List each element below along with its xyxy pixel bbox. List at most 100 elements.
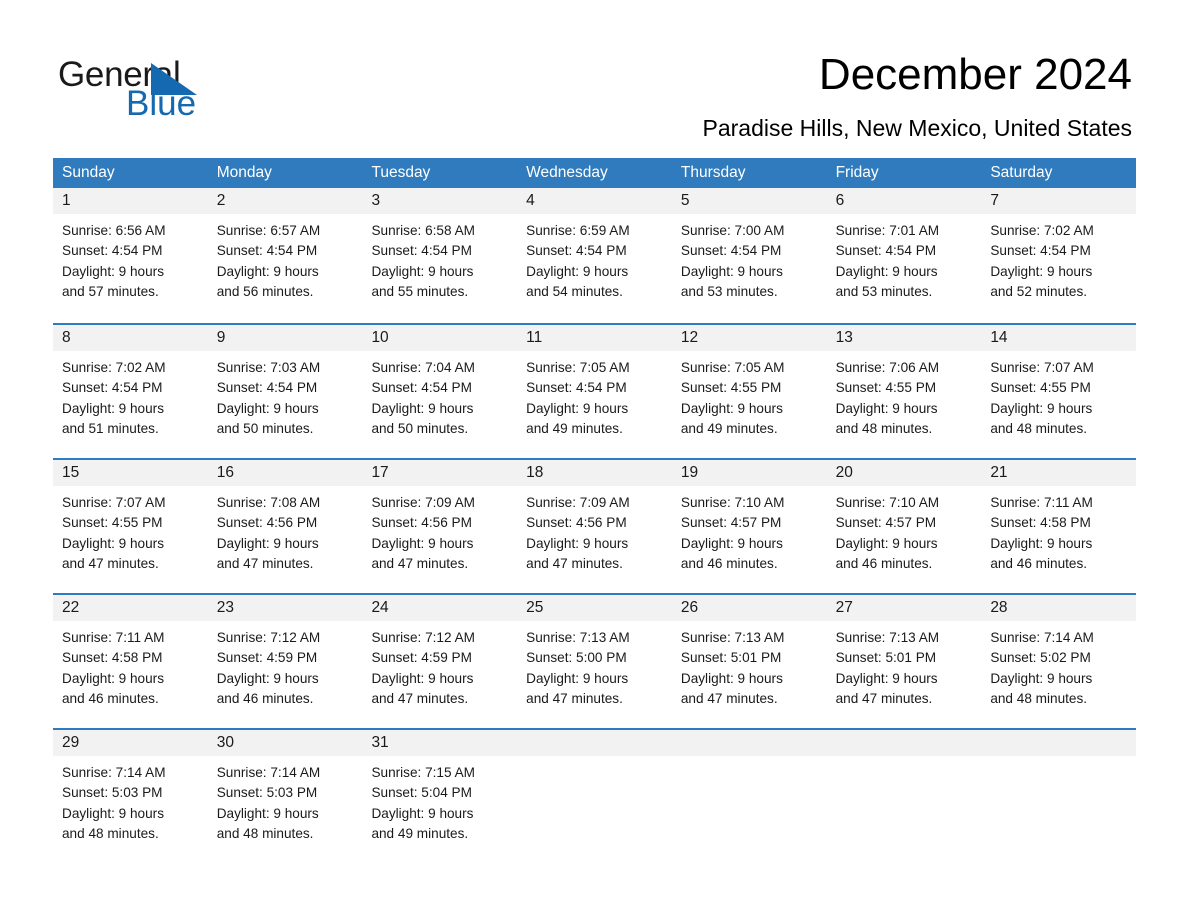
general-blue-logo[interactable]: General Blue: [58, 55, 258, 123]
day-number-band: [826, 730, 982, 756]
daylight-text-line1: Daylight: 9 hours: [680, 400, 783, 416]
daylight-text-line2: and 46 minutes.: [216, 690, 314, 706]
calendar-day-cell[interactable]: 22 Sunrise: 7:11 AM Sunset: 4:58 PM Dayligh…: [53, 595, 208, 728]
day-details: Sunrise: 6:58 AM Sunset: 4:54 PM Daylight:…: [362, 214, 517, 302]
daylight-text-line1: Daylight: 9 hours: [526, 535, 629, 551]
day-number-band: [671, 730, 827, 756]
daylight-text-line1: Daylight: 9 hours: [990, 670, 1093, 686]
calendar-day-cell[interactable]: 20 Sunrise: 7:10 AM Sunset: 4:57 PM Dayligh…: [826, 460, 982, 593]
calendar-week-row: 29 Sunrise: 7:14 AM Sunset: 5:03 PM Dayligh…: [53, 728, 1137, 863]
calendar-week-row: 1 Sunrise: 6:56 AM Sunset: 4:54 PM Daylight…: [53, 188, 1137, 323]
calendar-day-cell[interactable]: 10 Sunrise: 7:04 AM Sunset: 4:54 PM Dayligh…: [362, 325, 518, 458]
calendar-day-cell[interactable]: 3 Sunrise: 6:58 AM Sunset: 4:54 PM Daylight…: [362, 188, 518, 323]
day-details: Sunrise: 7:12 AM Sunset: 4:59 PM Daylight:…: [208, 621, 363, 709]
daylight-text-line2: and 47 minutes.: [371, 690, 469, 706]
sunset-text: Sunset: 4:58 PM: [62, 650, 163, 666]
weekday-header-monday: Monday: [216, 164, 272, 181]
sunset-text: Sunset: 4:56 PM: [526, 515, 627, 531]
calendar-day-cell[interactable]: 26 Sunrise: 7:13 AM Sunset: 5:01 PM Dayligh…: [671, 595, 827, 728]
calendar-day-cell[interactable]: 2 Sunrise: 6:57 AM Sunset: 4:54 PM Daylight…: [207, 188, 363, 323]
day-number-band: 15: [53, 460, 208, 486]
calendar-day-cell[interactable]: 24 Sunrise: 7:12 AM Sunset: 4:59 PM Dayligh…: [362, 595, 518, 728]
sunset-text: Sunset: 5:00 PM: [526, 650, 627, 666]
sunrise-text: Sunrise: 7:01 AM: [835, 223, 940, 238]
day-details: Sunrise: 7:14 AM Sunset: 5:02 PM Daylight:…: [981, 621, 1136, 709]
calendar-day-cell[interactable]: 17 Sunrise: 7:09 AM Sunset: 4:56 PM Dayligh…: [362, 460, 518, 593]
day-number: 25: [526, 599, 544, 616]
daylight-text-line1: Daylight: 9 hours: [371, 670, 474, 686]
daylight-text-line1: Daylight: 9 hours: [371, 263, 474, 279]
calendar-day-cell[interactable]: 9 Sunrise: 7:03 AM Sunset: 4:54 PM Daylight…: [207, 325, 363, 458]
calendar-day-cell[interactable]: 13 Sunrise: 7:06 AM Sunset: 4:55 PM Dayligh…: [826, 325, 982, 458]
calendar-page: General Blue December 2024 Paradise Hill…: [0, 0, 1188, 918]
daylight-text-line1: Daylight: 9 hours: [371, 535, 474, 551]
calendar-day-cell[interactable]: 15 Sunrise: 7:07 AM Sunset: 4:55 PM Dayligh…: [53, 460, 208, 593]
calendar-day-cell[interactable]: 28 Sunrise: 7:14 AM Sunset: 5:02 PM Dayligh…: [981, 595, 1137, 728]
sunset-text: Sunset: 4:55 PM: [680, 380, 782, 396]
day-number: 5: [680, 192, 690, 209]
calendar-day-cell[interactable]: 21 Sunrise: 7:11 AM Sunset: 4:58 PM Dayligh…: [981, 460, 1137, 593]
sunset-text: Sunset: 4:59 PM: [371, 650, 472, 666]
calendar-day-cell[interactable]: 18 Sunrise: 7:09 AM Sunset: 4:56 PM Dayligh…: [517, 460, 672, 593]
day-details: Sunrise: 7:10 AM Sunset: 4:57 PM Daylight:…: [672, 486, 827, 574]
calendar-day-cell[interactable]: 8 Sunrise: 7:02 AM Sunset: 4:54 PM Daylight…: [53, 325, 208, 458]
calendar-day-cell[interactable]: 31 Sunrise: 7:15 AM Sunset: 5:04 PM Dayligh…: [362, 730, 518, 863]
sunrise-text: Sunrise: 6:59 AM: [526, 223, 630, 238]
calendar-day-cell[interactable]: 23 Sunrise: 7:12 AM Sunset: 4:59 PM Dayligh…: [207, 595, 363, 728]
day-details: Sunrise: 7:14 AM Sunset: 5:03 PM Daylight:…: [208, 756, 363, 844]
daylight-text-line2: and 47 minutes.: [371, 555, 469, 571]
sunrise-text: Sunrise: 7:14 AM: [62, 765, 166, 780]
sunrise-text: Sunrise: 7:04 AM: [371, 360, 475, 375]
calendar-day-cell[interactable]: 12 Sunrise: 7:05 AM Sunset: 4:55 PM Dayligh…: [671, 325, 827, 458]
day-details: Sunrise: 7:09 AM Sunset: 4:56 PM Daylight:…: [362, 486, 517, 574]
day-details: Sunrise: 7:04 AM Sunset: 4:54 PM Daylight:…: [362, 351, 517, 439]
sunrise-text: Sunrise: 7:15 AM: [371, 765, 475, 780]
daylight-text-line1: Daylight: 9 hours: [62, 535, 165, 551]
daylight-text-line1: Daylight: 9 hours: [680, 535, 783, 551]
day-number-band: 25: [517, 595, 672, 621]
sunrise-text: Sunrise: 7:09 AM: [371, 495, 475, 510]
daylight-text-line1: Daylight: 9 hours: [216, 263, 319, 279]
calendar-day-cell[interactable]: 5 Sunrise: 7:00 AM Sunset: 4:54 PM Daylight…: [671, 188, 827, 323]
sunset-text: Sunset: 4:55 PM: [990, 380, 1091, 396]
calendar-day-cell[interactable]: 30 Sunrise: 7:14 AM Sunset: 5:03 PM Dayligh…: [207, 730, 363, 863]
daylight-text-line2: and 47 minutes.: [680, 690, 778, 706]
sunrise-text: Sunrise: 7:12 AM: [216, 630, 321, 645]
calendar-day-cell[interactable]: 16 Sunrise: 7:08 AM Sunset: 4:56 PM Dayligh…: [207, 460, 363, 593]
day-number: 28: [990, 599, 1008, 616]
day-number-band: 17: [362, 460, 518, 486]
daylight-text-line1: Daylight: 9 hours: [835, 400, 938, 416]
weekday-header-thursday: Thursday: [680, 164, 746, 181]
day-details: Sunrise: 7:12 AM Sunset: 4:59 PM Daylight:…: [362, 621, 517, 709]
day-number: 8: [62, 329, 71, 346]
daylight-text-line2: and 54 minutes.: [526, 283, 623, 299]
daylight-text-line2: and 47 minutes.: [216, 555, 314, 571]
calendar-day-cell[interactable]: 1 Sunrise: 6:56 AM Sunset: 4:54 PM Daylight…: [53, 188, 208, 323]
day-number: 16: [216, 464, 234, 481]
calendar-day-cell[interactable]: 7 Sunrise: 7:02 AM Sunset: 4:54 PM Daylight…: [981, 188, 1137, 323]
sunset-text: Sunset: 5:03 PM: [62, 785, 163, 801]
day-number-band: 12: [671, 325, 827, 351]
calendar-day-cell[interactable]: 4 Sunrise: 6:59 AM Sunset: 4:54 PM Daylight…: [517, 188, 672, 323]
calendar-day-cell[interactable]: 19 Sunrise: 7:10 AM Sunset: 4:57 PM Dayligh…: [671, 460, 827, 593]
calendar-day-cell[interactable]: 25 Sunrise: 7:13 AM Sunset: 5:00 PM Dayligh…: [517, 595, 672, 728]
day-number-band: 6: [826, 188, 982, 214]
calendar-week-row: 15 Sunrise: 7:07 AM Sunset: 4:55 PM Dayligh…: [53, 458, 1137, 593]
daylight-text-line2: and 47 minutes.: [526, 690, 623, 706]
sunrise-text: Sunrise: 7:02 AM: [62, 360, 166, 375]
sunrise-text: Sunrise: 7:07 AM: [990, 360, 1094, 375]
calendar-day-cell[interactable]: 11 Sunrise: 7:05 AM Sunset: 4:54 PM Dayligh…: [517, 325, 672, 458]
calendar-day-cell[interactable]: 14 Sunrise: 7:07 AM Sunset: 4:55 PM Dayligh…: [981, 325, 1137, 458]
day-number: 24: [371, 599, 389, 616]
calendar-day-cell[interactable]: 27 Sunrise: 7:13 AM Sunset: 5:01 PM Dayligh…: [826, 595, 982, 728]
day-number-band: 11: [517, 325, 672, 351]
day-details: Sunrise: 7:15 AM Sunset: 5:04 PM Daylight:…: [362, 756, 517, 844]
day-number: 21: [990, 464, 1008, 481]
calendar-day-cell[interactable]: 29 Sunrise: 7:14 AM Sunset: 5:03 PM Dayligh…: [53, 730, 208, 863]
calendar-day-cell[interactable]: 6 Sunrise: 7:01 AM Sunset: 4:54 PM Daylight…: [826, 188, 982, 323]
sunset-text: Sunset: 5:03 PM: [216, 785, 318, 801]
day-number-band: 1: [53, 188, 208, 214]
day-number-band: 9: [207, 325, 363, 351]
sunrise-text: Sunrise: 7:02 AM: [990, 223, 1094, 238]
sunset-text: Sunset: 4:57 PM: [835, 515, 937, 531]
